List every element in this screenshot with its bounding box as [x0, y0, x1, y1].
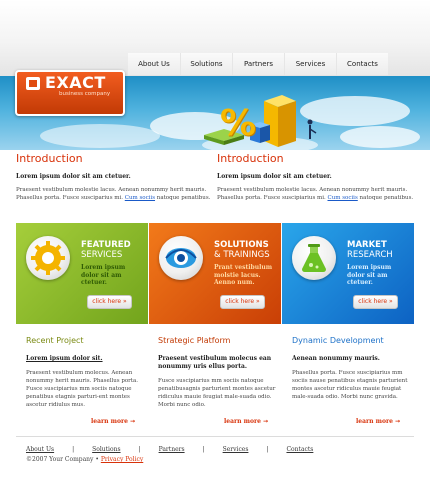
footer-link-partners[interactable]: Partners — [159, 446, 185, 453]
feature-box-featured-services: FEATURED SERVICES Lorem ipsum dolor sit … — [16, 223, 148, 324]
privacy-policy-link[interactable]: Privacy Policy — [101, 456, 143, 463]
gear-icon — [26, 236, 70, 280]
feature-box-market-research: MARKET RESEARCH Lorem ipsum dolor sit am… — [282, 223, 414, 324]
footer-link-about-us[interactable]: About Us — [26, 446, 54, 453]
learn-more-link[interactable]: learn more → — [356, 418, 400, 425]
column-body: Phasellus porta. Fusce suscipiarius mm s… — [292, 370, 408, 400]
feature-subtitle: & TRAININGS — [214, 250, 270, 260]
column-dynamic-development: Dynamic Development Aenean nonummy mauri… — [292, 336, 412, 401]
nav-partners[interactable]: Partners — [232, 53, 284, 75]
column-body: Praesent vestibulum molecus. Aenean nonu… — [26, 370, 139, 408]
column-title: Strategic Platform — [158, 336, 231, 345]
click-here-button[interactable]: click here » — [353, 295, 398, 309]
feature-title: FEATURED — [81, 240, 131, 250]
cum-sociis-link[interactable]: Cum sociis — [328, 195, 358, 201]
column-recent-project: Recent Project Lorem ipsum dolor sit. Pr… — [26, 336, 146, 409]
nav-about-us[interactable]: About Us — [128, 53, 180, 75]
feature-text: Lorem ipsum dolor sit am ctetuer. — [347, 264, 392, 286]
footer-divider — [16, 436, 414, 437]
intro-body-text-end: natoque penatibus. — [155, 195, 211, 202]
separator: | — [266, 446, 269, 453]
footer-link-contacts[interactable]: Contacts — [286, 446, 313, 453]
logo-flag-icon — [26, 77, 40, 90]
feature-box-solutions: SOLUTIONS & TRAININGS Prant vestibulum m… — [149, 223, 281, 324]
feature-text: Prant vestibulum molstie lacus. Aenno nu… — [214, 264, 273, 286]
learn-more-link[interactable]: learn more → — [224, 418, 268, 425]
logo-tagline: business company — [59, 91, 111, 97]
intro-body: Praesent vestibulum molestie lacus. Aene… — [16, 186, 216, 202]
intro-lead: Lorem ipsum dolor sit am ctetuer. — [217, 173, 332, 180]
chart-cubes-illustration — [202, 95, 318, 154]
company-logo[interactable]: EXACT business company — [15, 70, 125, 116]
nav-contacts[interactable]: Contacts — [336, 53, 388, 75]
column-lead: Aenean nonummy mauris. — [292, 355, 380, 362]
intro-title: Introduction — [217, 152, 284, 165]
cum-sociis-link[interactable]: Cum sociis — [125, 195, 155, 201]
main-nav: About Us Solutions Partners Services Con… — [128, 53, 388, 75]
intro-left: Introduction Lorem ipsum dolor sit am ct… — [16, 152, 216, 202]
footer-link-solutions[interactable]: Solutions — [92, 446, 120, 453]
column-body: Fusce suscipiarius mm sociis natoque pen… — [158, 378, 276, 408]
feature-title: SOLUTIONS — [214, 240, 269, 250]
arrow-right-icon: → — [395, 418, 401, 425]
arrow-right-icon: → — [130, 418, 136, 425]
separator: | — [202, 446, 205, 453]
column-lead: Lorem ipsum dolor sit. — [26, 355, 103, 362]
separator: | — [138, 446, 141, 453]
separator: | — [72, 446, 75, 453]
footer-link-services[interactable]: Services — [223, 446, 249, 453]
column-strategic-platform: Strategic Platform Praesent vestibulum m… — [158, 336, 278, 409]
column-title: Dynamic Development — [292, 336, 384, 345]
logo-name: EXACT — [45, 73, 106, 92]
copyright-text: ©2007 Your Company • — [26, 456, 99, 463]
learn-more-label: learn more — [224, 418, 261, 425]
learn-more-label: learn more — [91, 418, 128, 425]
click-here-button[interactable]: click here » — [220, 295, 265, 309]
intro-lead: Lorem ipsum dolor sit am ctetuer. — [16, 173, 131, 180]
footer-nav: About Us | Solutions | Partners | Servic… — [26, 446, 313, 453]
column-lead: Praesent vestibulum molecus ean nonummy … — [158, 355, 272, 370]
intro-title: Introduction — [16, 152, 83, 165]
intro-body: Praesent vestibulum molestie lacus. Aene… — [217, 186, 417, 202]
intro-right: Introduction Lorem ipsum dolor sit am ct… — [217, 152, 417, 202]
learn-more-link[interactable]: learn more → — [91, 418, 135, 425]
arrow-right-icon: → — [263, 418, 269, 425]
column-title: Recent Project — [26, 336, 84, 345]
feature-text: Lorem ipsum dolor sit am ctetuer. — [81, 264, 126, 286]
feature-subtitle: RESEARCH — [347, 250, 393, 260]
intro-body-text-end: natoque penatibus. — [357, 195, 414, 202]
feature-subtitle: SERVICES — [81, 250, 123, 260]
learn-more-label: learn more — [356, 418, 393, 425]
feature-title: MARKET — [347, 240, 387, 250]
flask-icon — [292, 236, 336, 280]
cloud-shape — [40, 124, 160, 148]
header-bar: About Us Solutions Partners Services Con… — [0, 0, 430, 76]
percent-icon: % — [220, 103, 257, 144]
nav-solutions[interactable]: Solutions — [180, 53, 232, 75]
cloud-shape — [340, 126, 420, 148]
click-here-button[interactable]: click here » — [87, 295, 132, 309]
nav-services[interactable]: Services — [284, 53, 336, 75]
eye-icon — [159, 236, 203, 280]
copyright: ©2007 Your Company • Privacy Policy — [26, 456, 143, 463]
